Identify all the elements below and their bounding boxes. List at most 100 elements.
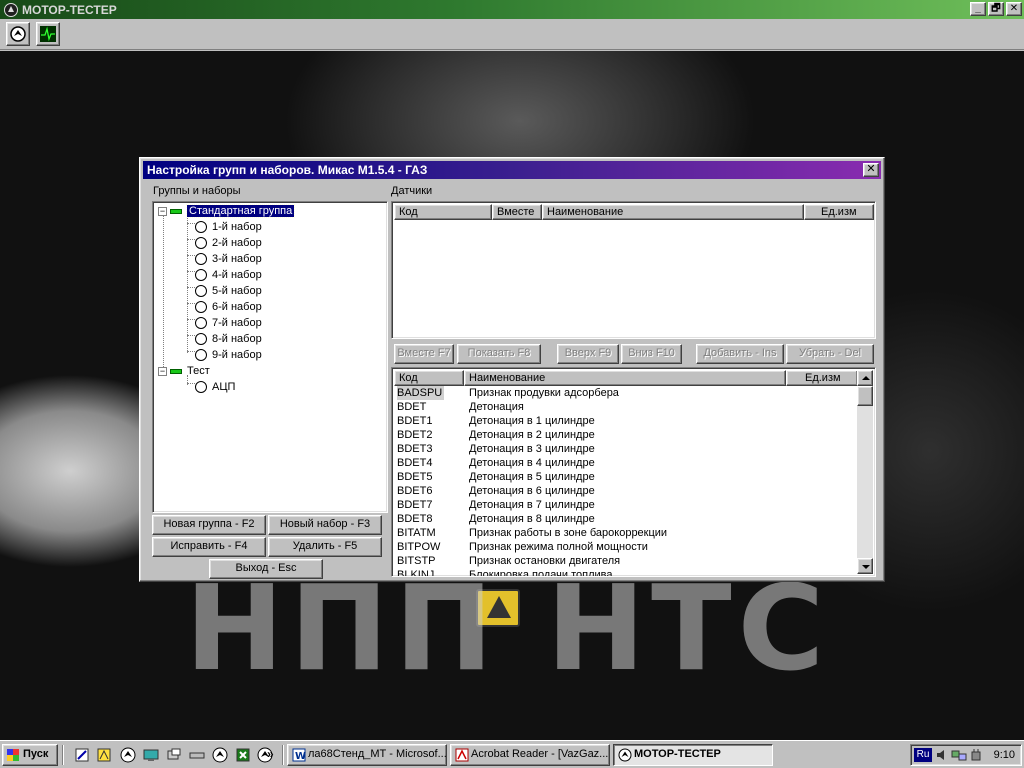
tree-item-label: 1-й набор [212,221,262,233]
exit-button[interactable]: Выход - Esc [209,559,323,579]
col-header-code[interactable]: Код [394,370,464,386]
tree-item-label: 5-й набор [212,285,262,297]
quick-launch-network-icon[interactable] [166,747,182,763]
task-label: Acrobat Reader - [VazGaz.... [471,748,610,760]
quick-launch-excel-icon[interactable] [235,747,251,763]
task-label: МОТОР-ТЕСТЕР [634,748,721,760]
groups-tree[interactable]: − Стандартная группа 1-й набор 2-й набор… [152,201,388,513]
col-header-name[interactable]: Наименование [464,370,786,386]
show-button[interactable]: Показать F8 [457,344,541,364]
tree-item-label: АЦП [212,381,236,393]
edit-button[interactable]: Исправить - F4 [152,537,266,557]
scroll-down-icon[interactable] [857,558,873,574]
quick-launch-more-icon[interactable]: » [267,747,274,761]
task-label: ла68Стенд_МТ - Microsof... [308,748,447,760]
clock[interactable]: 9:10 [994,748,1015,762]
set-radio-icon [195,253,207,265]
start-button[interactable]: Пуск [2,744,58,766]
word-icon: W [292,748,306,762]
quick-launch-notepad-icon[interactable] [74,747,90,763]
close-button[interactable]: ✕ [1006,2,1022,16]
network-icon[interactable] [951,748,967,762]
tree-item-set-1[interactable]: 1-й набор [195,219,262,235]
app-title: МОТОР-ТЕСТЕР [22,2,117,17]
set-radio-icon [195,317,207,329]
tree-item-label: 7-й набор [212,317,262,329]
tree-item-set-6[interactable]: 6-й набор [195,299,262,315]
add-sensor-button[interactable]: Добавить - Ins [696,344,784,364]
quick-launch-motor-tester-icon[interactable] [212,747,228,763]
set-radio-icon [195,221,207,233]
set-radio-icon [195,237,207,249]
acrobat-icon [455,748,469,762]
oscilloscope-button[interactable] [36,22,60,46]
tree-item-label: 8-й набор [212,333,262,345]
quick-launch-drive-icon[interactable] [189,747,205,763]
together-button[interactable]: Вместе F7 [394,344,454,364]
new-group-button[interactable]: Новая группа - F2 [152,515,266,535]
scroll-thumb[interactable] [857,386,873,406]
remove-sensor-button[interactable]: Убрать - Del [786,344,874,364]
motor-tester-icon [618,748,632,762]
system-tray: Ru 9:10 [910,744,1022,766]
dialog-close-button[interactable]: ✕ [863,163,879,177]
tree-item-set-4[interactable]: 4-й набор [195,267,262,283]
collapse-icon[interactable]: − [158,366,167,376]
set-radio-icon [195,285,207,297]
tree-item-set-9[interactable]: 9-й набор [195,347,262,363]
tree-item-adc[interactable]: АЦП [195,379,235,395]
selected-sensors-list[interactable]: Код Вместе Наименование Ед.изм [391,201,876,339]
set-radio-icon [195,333,207,345]
toolbar [0,19,1024,50]
quick-launch-monitor-icon[interactable] [143,747,159,763]
taskbar: Пуск » W ла68Стенд_МТ - Microsof... Acro… [0,740,1024,768]
sensors-label: Датчики [391,185,433,197]
dialog-titlebar: Настройка групп и наборов. Микас М1.5.4 … [143,161,881,179]
keyboard-language-indicator[interactable]: Ru [914,748,932,762]
tree-item-set-2[interactable]: 2-й набор [195,235,262,251]
task-acrobat-reader[interactable]: Acrobat Reader - [VazGaz.... [450,744,610,766]
move-down-button[interactable]: Вниз F10 [621,344,682,364]
col-header-unit[interactable]: Ед.изм [804,204,874,220]
svg-text:W: W [295,751,306,762]
tree-item-set-7[interactable]: 7-й набор [195,315,262,331]
delete-button[interactable]: Удалить - F5 [268,537,382,557]
set-radio-icon [195,269,207,281]
move-up-button[interactable]: Вверх F9 [557,344,619,364]
power-plug-icon[interactable] [969,748,983,762]
new-set-button[interactable]: Новый набор - F3 [268,515,382,535]
col-header-together[interactable]: Вместе [492,204,542,220]
col-header-name[interactable]: Наименование [542,204,804,220]
set-radio-icon [195,349,207,361]
tree-item-label: Тест [187,365,210,377]
collapse-icon[interactable]: − [158,206,167,216]
groups-label: Группы и наборы [153,185,241,197]
minimize-button[interactable]: _ [970,2,986,16]
tree-item-standard-group[interactable]: − Стандартная группа [158,203,296,219]
tree-item-test-group[interactable]: − Тест [158,363,210,379]
quick-launch-motor-tester-icon[interactable] [120,747,136,763]
groups-sets-dialog: Настройка групп и наборов. Микас М1.5.4 … [139,157,885,582]
quick-launch-sketch-icon[interactable] [96,747,112,763]
waveform-icon [40,26,56,42]
home-logo-button[interactable] [6,22,30,46]
task-motor-tester[interactable]: МОТОР-ТЕСТЕР [613,744,773,766]
catalog-scrollbar[interactable] [857,370,873,574]
tree-item-label: 6-й набор [212,301,262,313]
logo-icon [10,26,26,42]
tree-item-label: 2-й набор [212,237,262,249]
set-radio-icon [195,381,207,393]
col-header-code[interactable]: Код [394,204,492,220]
company-watermark: НПП НТС [185,559,831,697]
col-header-unit[interactable]: Ед.изм [786,370,858,386]
tree-item-set-8[interactable]: 8-й набор [195,331,262,347]
scroll-up-icon[interactable] [857,370,873,386]
maximize-button[interactable]: 🗗 [988,2,1004,16]
tree-item-label: Стандартная группа [185,204,296,218]
set-radio-icon [195,301,207,313]
tree-item-set-3[interactable]: 3-й набор [195,251,262,267]
sensor-catalog-list[interactable]: Код Наименование Ед.изм BADSPU Признак пр… [391,367,876,577]
tree-item-set-5[interactable]: 5-й набор [195,283,262,299]
task-word-document[interactable]: W ла68Стенд_МТ - Microsof... [287,744,447,766]
volume-icon[interactable] [935,748,949,762]
